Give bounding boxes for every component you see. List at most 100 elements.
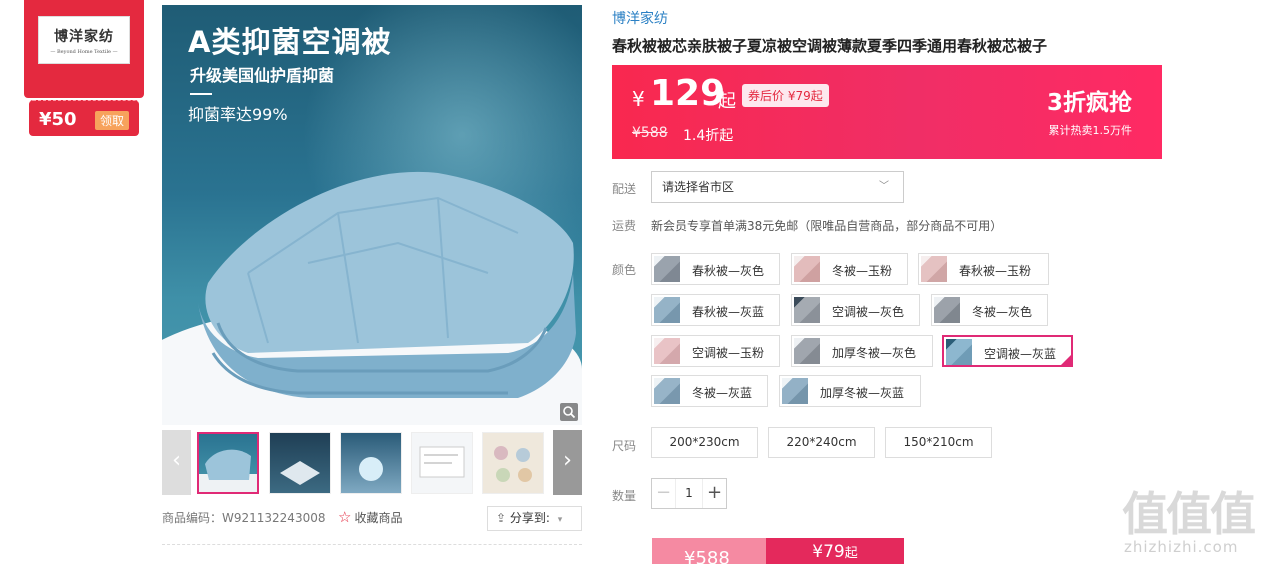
color-label: 颜色 xyxy=(612,263,637,277)
image-divider xyxy=(190,93,212,95)
buy-coupon-price: ¥79 xyxy=(812,542,845,562)
shop-logo-name: 博洋家纺 xyxy=(54,29,114,45)
share-button[interactable]: ⇪ 分享到: ▾ xyxy=(487,506,582,531)
color-option[interactable]: 冬被—灰色 xyxy=(931,294,1048,326)
color-swatch xyxy=(921,256,947,282)
color-swatch xyxy=(654,378,680,404)
image-title: A类抑菌空调被 xyxy=(188,25,392,59)
color-swatch xyxy=(794,338,820,364)
shop-logo-english: — Beyond Home Textile — xyxy=(50,49,118,55)
address-placeholder: 请选择省市区 xyxy=(662,180,735,194)
shop-coupon-value: ¥50 xyxy=(39,109,77,130)
selected-check-icon xyxy=(1060,354,1072,366)
color-option-label: 春秋被—玉粉 xyxy=(959,264,1032,278)
claim-coupon-button[interactable]: 领取 xyxy=(95,111,130,130)
buy-original-price-button[interactable]: ¥588 xyxy=(652,538,766,564)
color-option[interactable]: 空调被—灰色 xyxy=(791,294,920,326)
quantity-stepper: − 1 + xyxy=(651,478,727,509)
watermark-logo: 值值值 xyxy=(1122,487,1256,541)
color-option-label: 春秋被—灰色 xyxy=(692,264,765,278)
color-option-label: 空调被—灰色 xyxy=(832,305,905,319)
color-option[interactable]: 冬被—玉粉 xyxy=(791,253,908,285)
color-swatch xyxy=(794,297,820,323)
thumbnail-image[interactable] xyxy=(197,432,259,494)
coupon-price-badge: 券后价 ¥79起 xyxy=(742,84,829,107)
color-swatch xyxy=(654,338,680,364)
color-option-label: 加厚冬被—灰色 xyxy=(832,346,917,360)
size-label: 尺码 xyxy=(612,439,637,453)
site-watermark: 值值值 zhizhizhi.com xyxy=(1118,478,1272,564)
thumbnail-image[interactable] xyxy=(482,432,544,494)
color-option-label: 冬被—灰蓝 xyxy=(692,386,753,400)
divider xyxy=(162,544,582,545)
color-swatch xyxy=(794,256,820,282)
size-option[interactable]: 150*210cm xyxy=(885,427,992,458)
quantity-decrease-button[interactable]: − xyxy=(652,479,676,508)
product-title: 春秋被被芯亲肤被子夏凉被空调被薄款夏季四季通用春秋被芯被子 xyxy=(612,37,1048,55)
buy-price-suffix: 起 xyxy=(844,546,858,561)
share-icon: ⇪ xyxy=(496,511,507,525)
shipping-label: 运费 xyxy=(612,219,637,233)
thumbnail-prev-button[interactable]: ‹ xyxy=(162,430,191,495)
shop-coupon[interactable]: ¥50 领取 xyxy=(29,100,139,136)
color-swatch xyxy=(654,297,680,323)
brand-link[interactable]: 博洋家纺 xyxy=(612,8,668,28)
shop-logo[interactable]: 博洋家纺 — Beyond Home Textile — xyxy=(38,16,130,64)
buy-coupon-price-button[interactable]: ¥79起 xyxy=(766,538,904,564)
original-price: ¥588 xyxy=(632,125,668,141)
image-rate-text: 抑菌率达99% xyxy=(188,105,288,124)
color-option[interactable]: 加厚冬被—灰蓝 xyxy=(779,375,921,407)
main-product-image[interactable]: A类抑菌空调被 升级美国仙护盾抑菌 抑菌率达99% xyxy=(162,5,582,425)
quantity-label: 数量 xyxy=(612,489,637,503)
color-option-label: 春秋被—灰蓝 xyxy=(692,305,765,319)
color-option-label: 空调被—玉粉 xyxy=(692,346,765,360)
share-label: 分享到: xyxy=(509,511,550,525)
thumbnail-next-button[interactable]: › xyxy=(553,430,582,495)
size-option[interactable]: 200*230cm xyxy=(651,427,758,458)
color-option[interactable]: 春秋被—灰蓝 xyxy=(651,294,780,326)
price-suffix: 起 xyxy=(718,91,736,112)
color-swatch xyxy=(782,378,808,404)
color-option-label: 冬被—灰色 xyxy=(972,305,1033,319)
color-option-label: 冬被—玉粉 xyxy=(832,264,893,278)
delivery-label: 配送 xyxy=(612,182,637,196)
color-option[interactable]: 冬被—灰蓝 xyxy=(651,375,768,407)
promo-title: 3折疯抢 xyxy=(1046,90,1132,116)
product-code: 商品编码：W921132243008 xyxy=(162,511,326,525)
thumbnail-image[interactable] xyxy=(411,432,473,494)
sold-count: 累计热卖1.5万件 xyxy=(1048,124,1133,137)
watermark-url: zhizhizhi.com xyxy=(1124,538,1239,556)
shop-badge[interactable]: 博洋家纺 — Beyond Home Textile — ¥50 领取 xyxy=(24,0,144,140)
favorite-button[interactable]: ☆ 收藏商品 xyxy=(338,508,402,526)
quantity-increase-button[interactable]: + xyxy=(702,479,726,508)
color-option[interactable]: 空调被—玉粉 xyxy=(651,335,780,367)
favorite-label: 收藏商品 xyxy=(354,511,403,525)
size-option[interactable]: 220*240cm xyxy=(768,427,875,458)
discount-text: 1.4折起 xyxy=(683,128,734,144)
current-price: 129 xyxy=(650,73,726,114)
buy-original-price: ¥588 xyxy=(684,548,730,564)
color-option-label: 加厚冬被—灰蓝 xyxy=(820,386,905,400)
color-swatch xyxy=(934,297,960,323)
thumbnail-image[interactable] xyxy=(269,432,331,494)
chevron-down-icon: ▾ xyxy=(557,515,563,525)
shipping-text: 新会员专享首单满38元免邮（限唯品自营商品，部分商品不可用） xyxy=(651,219,1003,233)
color-option-label: 空调被—灰蓝 xyxy=(984,347,1057,361)
currency-symbol: ¥ xyxy=(632,87,645,111)
image-subtitle: 升级美国仙护盾抑菌 xyxy=(190,66,335,85)
chevron-down-icon: ﹀ xyxy=(879,181,889,192)
address-selector[interactable]: 请选择省市区 ﹀ xyxy=(651,171,904,203)
color-option[interactable]: 春秋被—灰色 xyxy=(651,253,780,285)
quilt-illustration xyxy=(198,171,576,398)
thumbnail-strip: ‹ › xyxy=(162,430,582,495)
quantity-input[interactable]: 1 xyxy=(676,479,702,508)
price-panel: ¥ 129 起 券后价 ¥79起 ¥588 1.4折起 3折疯抢 累计热卖1.5… xyxy=(612,65,1162,159)
zoom-icon[interactable] xyxy=(560,403,578,421)
color-option-selected[interactable]: 空调被—灰蓝 xyxy=(942,335,1073,367)
color-option[interactable]: 加厚冬被—灰色 xyxy=(791,335,933,367)
thumbnail-image[interactable] xyxy=(340,432,402,494)
color-option[interactable]: 春秋被—玉粉 xyxy=(918,253,1049,285)
color-swatch xyxy=(946,339,972,365)
star-icon: ☆ xyxy=(338,508,352,526)
color-swatch xyxy=(654,256,680,282)
